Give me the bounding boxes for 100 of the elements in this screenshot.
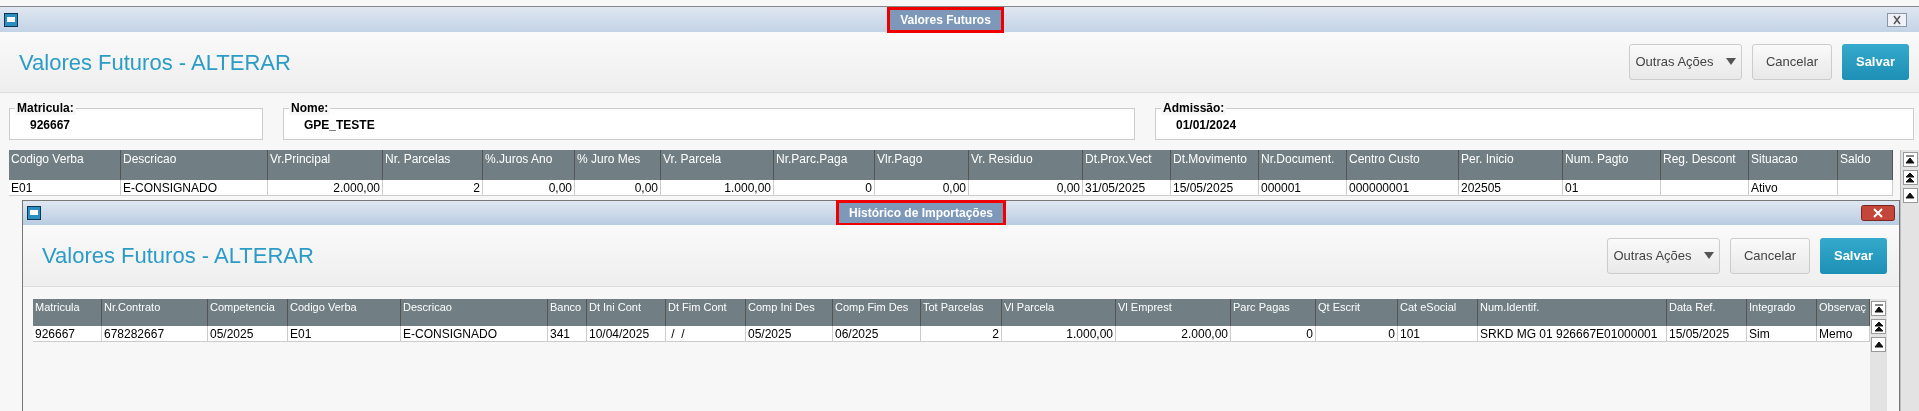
column-header[interactable]: Qt Escrit bbox=[1316, 299, 1398, 326]
table-cell: 2 bbox=[921, 326, 1002, 342]
table-cell: 101 bbox=[1398, 326, 1478, 342]
column-header[interactable]: Vl Parcela bbox=[1002, 299, 1116, 326]
window-icon bbox=[27, 206, 41, 220]
column-header[interactable]: Parc Pagas bbox=[1231, 299, 1316, 326]
field-value: 01/01/2024 bbox=[1176, 118, 1238, 132]
column-header[interactable]: Nr.Parc.Paga bbox=[774, 150, 875, 180]
caret-icon bbox=[1725, 58, 1736, 66]
column-header[interactable]: Vr. Residuo bbox=[969, 150, 1083, 180]
dialog-heading: Valores Futuros - ALTERAR bbox=[42, 242, 315, 270]
column-header[interactable]: Competencia bbox=[208, 299, 288, 326]
table-cell: E01 bbox=[288, 326, 401, 342]
table-cell: 000000001 bbox=[1347, 180, 1459, 196]
column-header[interactable]: Matricula bbox=[33, 299, 102, 326]
column-header[interactable]: Vl Emprest bbox=[1116, 299, 1231, 326]
table-cell: 0,00 bbox=[575, 180, 661, 196]
scroll-top-button[interactable] bbox=[1871, 301, 1886, 316]
page-up-icon bbox=[1872, 321, 1885, 332]
table-cell: 1.000,00 bbox=[1002, 326, 1116, 342]
table-cell: 0 bbox=[1316, 326, 1398, 342]
close-icon[interactable] bbox=[1887, 12, 1907, 27]
column-header[interactable]: Nr. Parcelas bbox=[383, 150, 483, 180]
column-header[interactable]: Codigo Verba bbox=[9, 150, 121, 180]
page-up-button[interactable] bbox=[1871, 319, 1886, 334]
column-header[interactable]: Observaç bbox=[1817, 299, 1870, 326]
column-header[interactable]: Num. Pagto bbox=[1563, 150, 1661, 180]
table-cell: 1.000,00 bbox=[661, 180, 774, 196]
table-cell: / / bbox=[666, 326, 746, 342]
column-header[interactable]: % Juro Mes bbox=[575, 150, 661, 180]
column-header[interactable]: Tot Parcelas bbox=[921, 299, 1002, 326]
cancel-button[interactable]: Cancelar bbox=[1730, 237, 1810, 274]
window-icon bbox=[4, 12, 18, 27]
dialog-title: Histórico de Importações bbox=[835, 200, 1006, 226]
column-header[interactable]: Num.Identif. bbox=[1478, 299, 1667, 326]
column-header[interactable]: Descricao bbox=[121, 150, 268, 180]
save-button[interactable]: Salvar bbox=[1820, 237, 1887, 274]
table-cell: Ativo bbox=[1749, 180, 1838, 196]
table-cell: 0,00 bbox=[875, 180, 969, 196]
save-button[interactable]: Salvar bbox=[1842, 44, 1909, 80]
scroll-up-button[interactable] bbox=[1902, 188, 1918, 203]
column-header[interactable]: Data Ref. bbox=[1667, 299, 1747, 326]
window-title: Valores Futuros bbox=[887, 6, 1004, 33]
table-cell: 678282667 bbox=[102, 326, 208, 342]
column-header[interactable]: Centro Custo bbox=[1347, 150, 1459, 180]
table-cell: E-CONSIGNADO bbox=[121, 180, 268, 196]
page-up-button[interactable] bbox=[1902, 170, 1918, 185]
table-cell: 341 bbox=[548, 326, 587, 342]
column-header[interactable]: Situacao bbox=[1749, 150, 1838, 180]
scrollbar[interactable] bbox=[1900, 150, 1919, 411]
table-cell: E01 bbox=[9, 180, 121, 196]
column-header[interactable]: Reg. Descont bbox=[1661, 150, 1749, 180]
scroll-top-icon bbox=[1904, 154, 1916, 165]
column-header[interactable]: Dt Fim Cont bbox=[666, 299, 746, 326]
table-cell: 01 bbox=[1563, 180, 1661, 196]
scroll-top-button[interactable] bbox=[1902, 152, 1918, 167]
field-value: 926667 bbox=[30, 118, 72, 132]
column-header[interactable]: Saldo bbox=[1838, 150, 1893, 180]
field-value: GPE_TESTE bbox=[304, 118, 376, 132]
table-cell: E-CONSIGNADO bbox=[401, 326, 548, 342]
table-cell bbox=[1838, 180, 1893, 196]
column-header[interactable]: Integrado bbox=[1747, 299, 1817, 326]
table-cell: 10/04/2025 bbox=[587, 326, 666, 342]
table-cell: 31/05/2025 bbox=[1083, 180, 1171, 196]
scroll-up-icon bbox=[1872, 339, 1885, 350]
column-header[interactable]: Descricao bbox=[401, 299, 548, 326]
column-header[interactable]: Comp Fim Des bbox=[833, 299, 921, 326]
column-header[interactable]: %.Juros Ano bbox=[483, 150, 575, 180]
column-header[interactable]: Cat eSocial bbox=[1398, 299, 1478, 326]
menu-button[interactable]: Outras Ações bbox=[1607, 237, 1720, 274]
close-icon[interactable] bbox=[1861, 205, 1895, 221]
field-label: Matricula: bbox=[15, 101, 76, 115]
page-heading: Valores Futuros - ALTERAR bbox=[19, 48, 292, 77]
column-header[interactable]: Dt Ini Cont bbox=[587, 299, 666, 326]
cancel-button[interactable]: Cancelar bbox=[1752, 44, 1832, 80]
table-cell: 0,00 bbox=[969, 180, 1083, 196]
column-header[interactable]: Codigo Verba bbox=[288, 299, 401, 326]
column-header[interactable]: Vlr.Pago bbox=[875, 150, 969, 180]
table-cell: 15/05/2025 bbox=[1171, 180, 1259, 196]
table-cell: 05/2025 bbox=[208, 326, 288, 342]
column-header[interactable]: Dt.Prox.Vect bbox=[1083, 150, 1171, 180]
scrollbar[interactable] bbox=[1870, 299, 1887, 411]
column-header[interactable]: Per. Inicio bbox=[1459, 150, 1563, 180]
table-cell: 0 bbox=[1231, 326, 1316, 342]
column-header[interactable]: Nr.Contrato bbox=[102, 299, 208, 326]
scroll-up-button[interactable] bbox=[1871, 337, 1886, 352]
scroll-top-icon bbox=[1872, 303, 1885, 314]
column-header[interactable]: Vr. Parcela bbox=[661, 150, 774, 180]
column-header[interactable]: Dt.Movimento bbox=[1171, 150, 1259, 180]
field-label: Admissão: bbox=[1161, 101, 1227, 115]
table-cell: 2.000,00 bbox=[268, 180, 383, 196]
table-cell: 202505 bbox=[1459, 180, 1563, 196]
column-header[interactable]: Comp Ini Des bbox=[746, 299, 833, 326]
table-cell: SRKD MG 01 926667E01000001 bbox=[1478, 326, 1667, 342]
table-cell: 06/2025 bbox=[833, 326, 921, 342]
column-header[interactable]: Nr.Document. bbox=[1259, 150, 1347, 180]
table-cell: 2 bbox=[383, 180, 483, 196]
column-header[interactable]: Vr.Principal bbox=[268, 150, 383, 180]
menu-button[interactable]: Outras Ações bbox=[1629, 44, 1742, 80]
column-header[interactable]: Banco bbox=[548, 299, 587, 326]
